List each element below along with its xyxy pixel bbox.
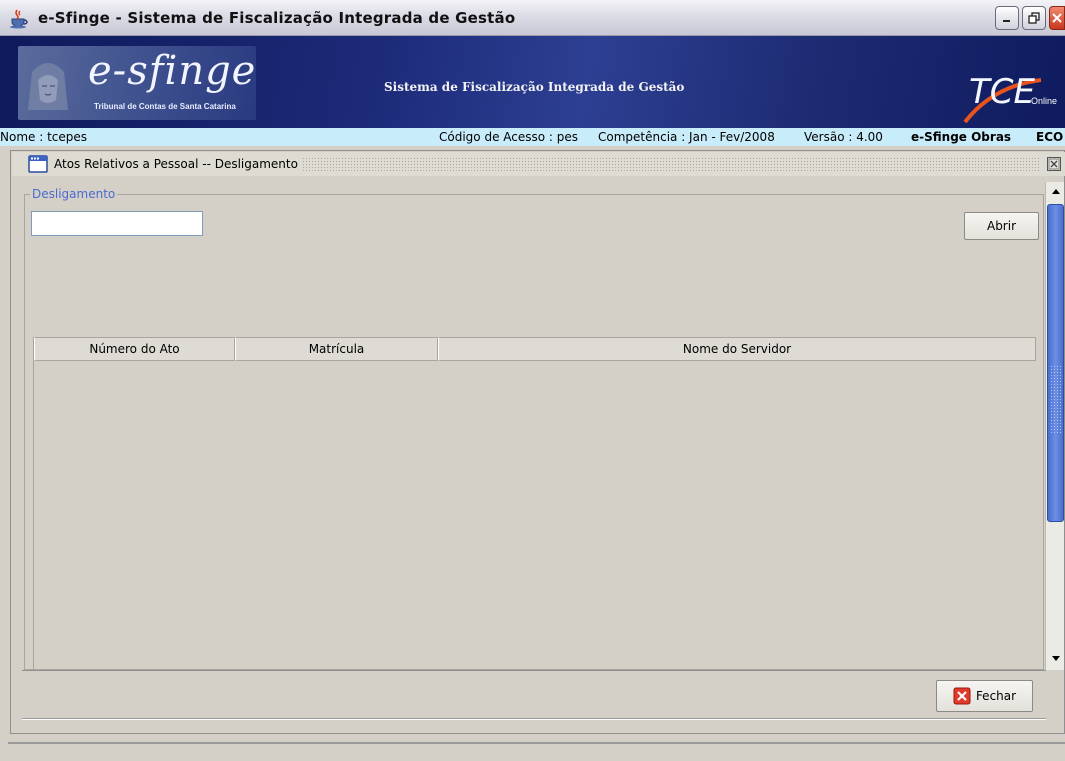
- window-titlebar: e-Sfinge - Sistema de Fiscalização Integ…: [0, 0, 1065, 36]
- table-header: Número do Ato Matrícula Nome do Servidor: [34, 337, 1036, 361]
- system-name: Sistema de Fiscalização Integrada de Ges…: [384, 80, 685, 94]
- open-button[interactable]: Abrir: [964, 212, 1039, 240]
- internal-frame-titlebar[interactable]: Atos Relativos a Pessoal -- Desligamento: [12, 152, 1065, 176]
- access-code: Código de Acesso : pes: [439, 130, 579, 144]
- close-window-button[interactable]: [1049, 6, 1065, 30]
- group-title: Desligamento: [30, 187, 118, 201]
- vertical-scrollbar[interactable]: [1045, 182, 1064, 670]
- close-x-icon: [953, 687, 971, 705]
- header-banner: e-sfinge Tribunal de Contas de Santa Cat…: [0, 36, 1065, 128]
- minimize-icon: [1003, 20, 1010, 22]
- module-extra: ECO: [1036, 130, 1064, 144]
- close-button[interactable]: Fechar: [936, 680, 1033, 712]
- scroll-up-button[interactable]: [1046, 182, 1065, 200]
- restore-icon: [1028, 12, 1040, 24]
- column-header-numero-ato[interactable]: Número do Ato: [34, 337, 235, 361]
- window-icon: [28, 155, 48, 173]
- session-infobar: Nome : tcepes Código de Acesso : pes Com…: [0, 128, 1065, 146]
- status-bar: [8, 742, 1065, 761]
- search-input[interactable]: [31, 211, 203, 236]
- results-table: Número do Ato Matrícula Nome do Servidor: [33, 337, 1036, 669]
- window-title: e-Sfinge - Sistema de Fiscalização Integ…: [38, 8, 516, 27]
- minimize-button[interactable]: [995, 6, 1019, 30]
- column-header-nome-servidor[interactable]: Nome do Servidor: [438, 337, 1036, 361]
- arrow-down-icon: [1051, 656, 1060, 661]
- frame-title: Atos Relativos a Pessoal -- Desligamento: [54, 157, 302, 171]
- sphinx-icon: [28, 63, 68, 110]
- module-name: e-Sfinge Obras: [911, 130, 1012, 144]
- scroll-grip: [1050, 365, 1062, 435]
- column-header-matricula[interactable]: Matrícula: [235, 337, 438, 361]
- frame-close-button[interactable]: [1047, 157, 1061, 171]
- scroll-thumb[interactable]: [1047, 204, 1064, 522]
- java-coffee-icon: [8, 7, 30, 29]
- user-name: Nome : tcepes: [0, 130, 87, 144]
- competence: Competência : Jan - Fev/2008: [598, 130, 775, 144]
- logo-subtitle: Tribunal de Contas de Santa Catarina: [94, 102, 236, 111]
- arrow-up-icon: [1051, 189, 1060, 194]
- tce-logo: TCE: [969, 72, 1035, 112]
- logo-wordmark: e-sfinge: [88, 48, 257, 94]
- close-icon: [1052, 13, 1062, 23]
- version: Versão : 4.00: [804, 130, 883, 144]
- restore-button[interactable]: [1022, 6, 1046, 30]
- close-button-label: Fechar: [975, 689, 1017, 703]
- titlebar-grip: [301, 157, 1039, 171]
- frame-bottom-edge: [22, 718, 1046, 720]
- close-icon: [1048, 158, 1060, 170]
- tce-online-label: Online: [1030, 96, 1057, 106]
- scroll-down-button[interactable]: [1046, 650, 1065, 668]
- footer-separator: [22, 670, 1046, 671]
